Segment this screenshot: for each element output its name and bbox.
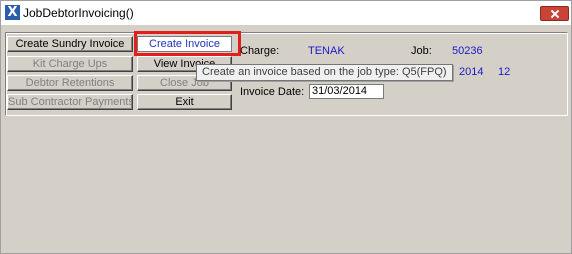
close-button[interactable] (540, 6, 569, 21)
title-bar[interactable]: X JobDebtorInvoicing() (1, 1, 571, 25)
create-invoice-button[interactable]: Create Invoice (137, 36, 232, 52)
period-value: 12 (498, 66, 511, 78)
job-label: Job: (411, 45, 432, 57)
exit-button[interactable]: Exit (137, 94, 232, 110)
sub-contractor-payments-button[interactable]: Sub Contractor Payments (7, 94, 133, 110)
year-value: 2014 (459, 66, 484, 78)
invoice-date-label: Invoice Date: (240, 86, 305, 98)
app-icon: X (5, 5, 20, 20)
invoice-date-field[interactable]: 31/03/2014 (309, 84, 384, 99)
create-sundry-invoice-button[interactable]: Create Sundry Invoice (7, 36, 133, 52)
charge-value: TENAK (308, 45, 345, 57)
charge-label: Charge: (240, 45, 280, 57)
kit-charge-ups-button[interactable]: Kit Charge Ups (7, 56, 133, 72)
job-value: 50236 (452, 45, 483, 57)
app-window: X JobDebtorInvoicing() Create Sundry Inv… (0, 0, 572, 254)
window-title: JobDebtorInvoicing() (23, 6, 134, 20)
debtor-retentions-button[interactable]: Debtor Retentions (7, 75, 133, 91)
create-invoice-tooltip: Create an invoice based on the job type:… (196, 64, 453, 81)
